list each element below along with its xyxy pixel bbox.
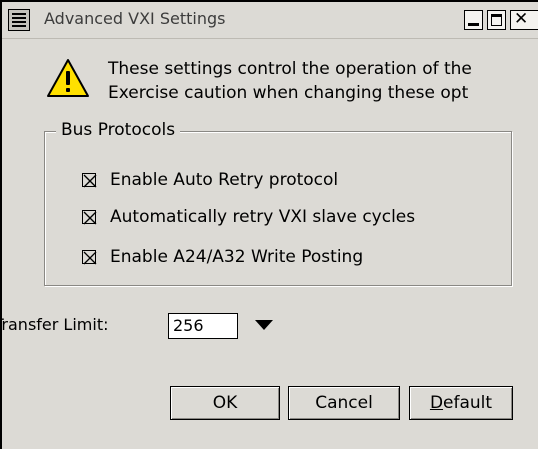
enable-auto-retry-label[interactable]: Enable Auto Retry protocol: [110, 170, 338, 190]
dropdown-arrow-icon[interactable]: [255, 320, 273, 330]
minimize-button[interactable]: [464, 10, 483, 30]
auto-retry-slave-cycles-label[interactable]: Automatically retry VXI slave cycles: [110, 207, 415, 227]
default-button[interactable]: Default: [409, 386, 513, 420]
window-menu-icon[interactable]: [8, 9, 30, 31]
ok-button[interactable]: OK: [170, 386, 280, 420]
default-label-rest: efault: [443, 393, 493, 413]
window-frame-top: [0, 0, 538, 2]
checkbox-checked-icon[interactable]: [82, 173, 97, 188]
write-posting-label[interactable]: Enable A24/A32 Write Posting: [110, 247, 363, 267]
default-mnemonic: D: [429, 393, 444, 413]
close-icon: ✕: [514, 9, 529, 29]
title-bar[interactable]: Advanced VXI Settings ✕: [2, 2, 538, 39]
warning-icon: [47, 59, 89, 97]
window-title: Advanced VXI Settings: [44, 9, 226, 28]
window-frame-left: [0, 0, 2, 449]
checkbox-checked-icon[interactable]: [82, 250, 97, 265]
advanced-vxi-settings-window: Advanced VXI Settings ✕ These settings c…: [0, 0, 538, 449]
warning-text-line-2: Exercise caution when changing these opt: [108, 83, 469, 103]
checkbox-checked-icon[interactable]: [82, 210, 97, 225]
transfer-limit-label: Transfer Limit:: [0, 315, 109, 334]
cancel-button[interactable]: Cancel: [288, 386, 400, 420]
transfer-limit-select[interactable]: 256: [168, 313, 238, 339]
close-button[interactable]: ✕: [510, 9, 538, 30]
bus-protocols-title: Bus Protocols: [56, 120, 181, 140]
warning-text-line-1: These settings control the operation of …: [108, 59, 472, 79]
maximize-button[interactable]: [487, 10, 506, 30]
